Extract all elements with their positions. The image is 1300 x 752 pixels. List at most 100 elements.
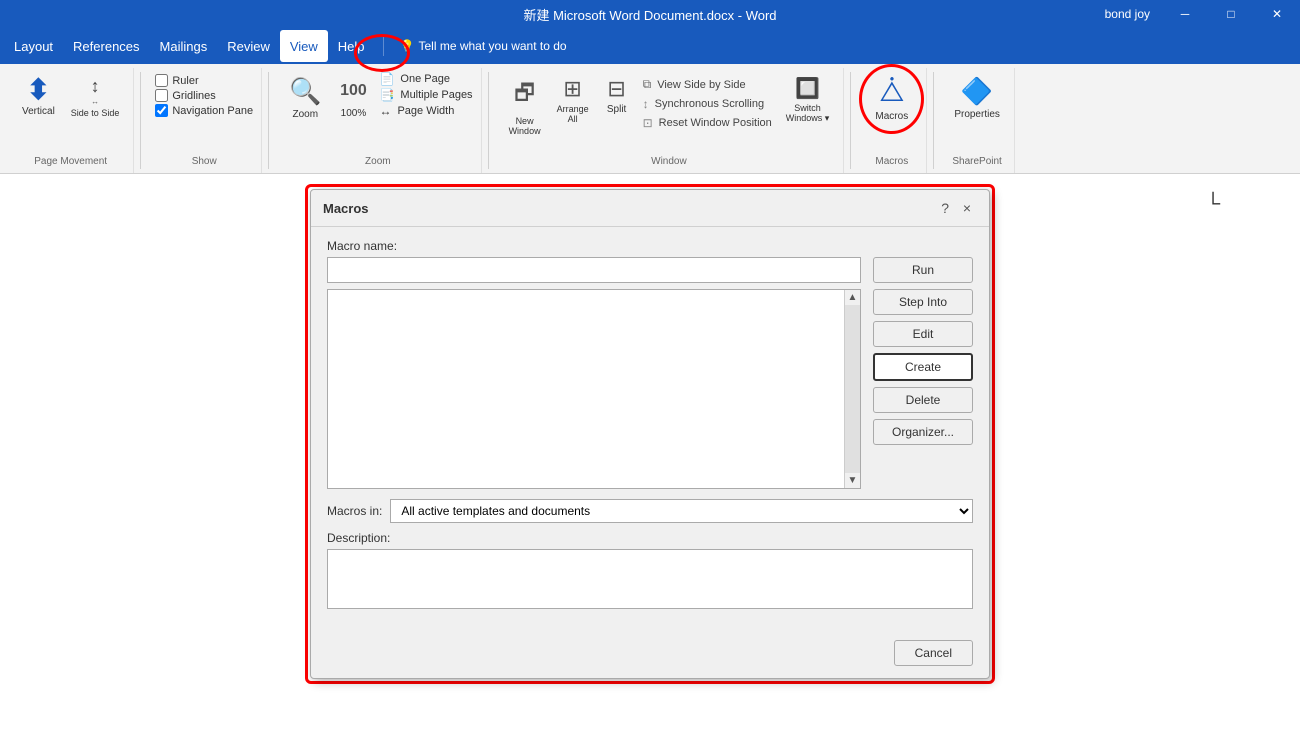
new-window-button[interactable]: 🗗 NewWindow — [503, 72, 547, 140]
macros-label: Macros — [875, 111, 908, 122]
dialog-close-button[interactable]: × — [957, 198, 977, 218]
show-label: Show — [192, 152, 217, 169]
reset-window-position-button[interactable]: ⊡ Reset Window Position — [639, 115, 776, 131]
macros-in-row: Macros in: All active templates and docu… — [327, 499, 973, 523]
arrange-all-icon: ⊞ — [563, 76, 581, 102]
gridlines-checkbox[interactable] — [155, 89, 168, 102]
delete-button[interactable]: Delete — [873, 387, 973, 413]
vertical-button[interactable]: ⬍ Vertical — [16, 72, 61, 121]
side-label: Side to Side — [71, 108, 120, 118]
menu-bar: Layout References Mailings Review View H… — [0, 28, 1300, 64]
reset-window-label: Reset Window Position — [659, 117, 772, 129]
menu-review[interactable]: Review — [217, 30, 280, 62]
document-area: └ Macros ? × Macro name: — [0, 174, 1300, 752]
macro-name-input[interactable] — [327, 257, 861, 283]
cursor-indicator: └ — [1206, 194, 1220, 214]
menu-references[interactable]: References — [63, 30, 149, 62]
ribbon-group-macros: ⧊ Macros Macros — [857, 68, 927, 173]
zoom-label: Zoom — [365, 152, 391, 169]
divider-2 — [268, 72, 269, 169]
divider-1 — [140, 72, 141, 169]
run-button[interactable]: Run — [873, 257, 973, 283]
new-window-icon: 🗗 — [514, 76, 535, 114]
dialog-help-button[interactable]: ? — [941, 200, 949, 216]
sync-scroll-icon: ↕ — [643, 97, 649, 111]
split-button[interactable]: ⊟ Split — [599, 72, 635, 119]
view-side-by-side-button[interactable]: ⧉ View Side by Side — [639, 76, 776, 93]
menu-help[interactable]: Help — [328, 30, 375, 62]
document-title: 新建 Microsoft Word Document.docx - Word — [523, 5, 776, 24]
ribbon-group-window: 🗗 NewWindow ⊞ ArrangeAll ⊟ Split ⧉ View … — [495, 68, 845, 173]
switch-windows-label: SwitchWindows ▾ — [786, 103, 830, 124]
macros-dialog: Macros ? × Macro name: — [310, 189, 990, 679]
scroll-down-arrow[interactable]: ▼ — [845, 473, 861, 488]
zoom-items: 🔍 Zoom 100 100% 📄 One Page 📑 Multiple Pa… — [283, 72, 472, 152]
page-movement-buttons: ⬍ Vertical ↕ ↔ Side to Side — [16, 72, 125, 152]
macro-list-container[interactable]: ▲ ▼ — [327, 289, 861, 489]
zoom-button[interactable]: 🔍 Zoom — [283, 72, 327, 124]
switch-windows-button[interactable]: 🔲 SwitchWindows ▾ — [780, 72, 836, 128]
maximize-button[interactable]: □ — [1208, 0, 1254, 28]
divider-5 — [933, 72, 934, 169]
menu-divider — [383, 36, 384, 56]
scroll-up-arrow[interactable]: ▲ — [845, 290, 861, 305]
tell-me-area[interactable]: 💡 Tell me what you want to do — [400, 39, 567, 53]
macro-list-scrollbar[interactable]: ▲ ▼ — [844, 290, 860, 488]
window-controls: bond joy ─ □ ✕ — [1093, 0, 1300, 28]
ribbon-group-zoom: 🔍 Zoom 100 100% 📄 One Page 📑 Multiple Pa… — [275, 68, 481, 173]
ribbon-group-sharepoint: 🔷 Properties SharePoint — [940, 68, 1015, 173]
navigation-pane-checkbox-row[interactable]: Navigation Pane — [155, 104, 253, 117]
page-width-button[interactable]: ↔ Page Width — [379, 104, 472, 118]
description-label: Description: — [327, 531, 973, 545]
close-button[interactable]: ✕ — [1254, 0, 1300, 28]
dialog-left-panel: ▲ ▼ — [327, 257, 861, 489]
vertical-icon: ⬍ — [27, 76, 50, 104]
menu-view[interactable]: View — [280, 30, 328, 62]
page-view-buttons: 📄 One Page 📑 Multiple Pages ↔ Page Width — [379, 72, 472, 118]
gridlines-checkbox-row[interactable]: Gridlines — [155, 89, 253, 102]
step-into-button[interactable]: Step Into — [873, 289, 973, 315]
properties-button[interactable]: 🔷 Properties — [948, 72, 1006, 124]
macros-items: ⧊ Macros — [869, 72, 914, 152]
multiple-pages-label: Multiple Pages — [400, 89, 472, 101]
description-textarea[interactable] — [327, 549, 973, 609]
page-width-label: Page Width — [397, 105, 454, 117]
organizer-button[interactable]: Organizer... — [873, 419, 973, 445]
cancel-button[interactable]: Cancel — [894, 640, 973, 666]
properties-icon: 🔷 — [961, 76, 993, 107]
navigation-pane-checkbox[interactable] — [155, 104, 168, 117]
one-page-button[interactable]: 📄 One Page — [379, 72, 472, 86]
dialog-main-content: ▲ ▼ Run Step Into Edit Create — [327, 257, 973, 489]
sync-scroll-label: Synchronous Scrolling — [655, 98, 764, 110]
window-label: Window — [651, 152, 687, 169]
one-page-icon: 📄 — [379, 72, 394, 86]
multiple-pages-button[interactable]: 📑 Multiple Pages — [379, 88, 472, 102]
window-sub-items: ⧉ View Side by Side ↕ Synchronous Scroll… — [639, 72, 776, 131]
zoom-100-icon: 100 — [338, 76, 369, 106]
macros-in-select[interactable]: All active templates and documents Norma… — [390, 499, 973, 523]
synchronous-scrolling-button[interactable]: ↕ Synchronous Scrolling — [639, 96, 776, 112]
ruler-label: Ruler — [172, 75, 198, 87]
zoom-100-button[interactable]: 100 100% — [331, 72, 375, 123]
macros-button[interactable]: ⧊ Macros — [869, 72, 914, 126]
zoom-label: Zoom — [292, 109, 318, 120]
side-by-side-button[interactable]: ↕ ↔ Side to Side — [65, 72, 126, 122]
sharepoint-items: 🔷 Properties — [948, 72, 1006, 152]
create-button[interactable]: Create — [873, 353, 973, 381]
edit-button[interactable]: Edit — [873, 321, 973, 347]
macros-icon: ⧊ — [879, 76, 904, 109]
arrange-all-button[interactable]: ⊞ ArrangeAll — [551, 72, 595, 128]
sharepoint-label: SharePoint — [952, 152, 1001, 169]
minimize-button[interactable]: ─ — [1162, 0, 1208, 28]
description-section: Description: — [327, 531, 973, 612]
ruler-checkbox-row[interactable]: Ruler — [155, 74, 253, 87]
ruler-checkbox[interactable] — [155, 74, 168, 87]
properties-label: Properties — [954, 109, 1000, 120]
dialog-title-bar: Macros ? × — [311, 190, 989, 227]
ribbon: ⬍ Vertical ↕ ↔ Side to Side Page Movemen… — [0, 64, 1300, 174]
side-icon: ↕ ↔ — [91, 76, 100, 106]
menu-mailings[interactable]: Mailings — [150, 30, 218, 62]
menu-layout[interactable]: Layout — [4, 30, 63, 62]
arrange-all-label: ArrangeAll — [557, 104, 589, 124]
ribbon-group-show: Ruler Gridlines Navigation Pane Show — [147, 68, 262, 173]
